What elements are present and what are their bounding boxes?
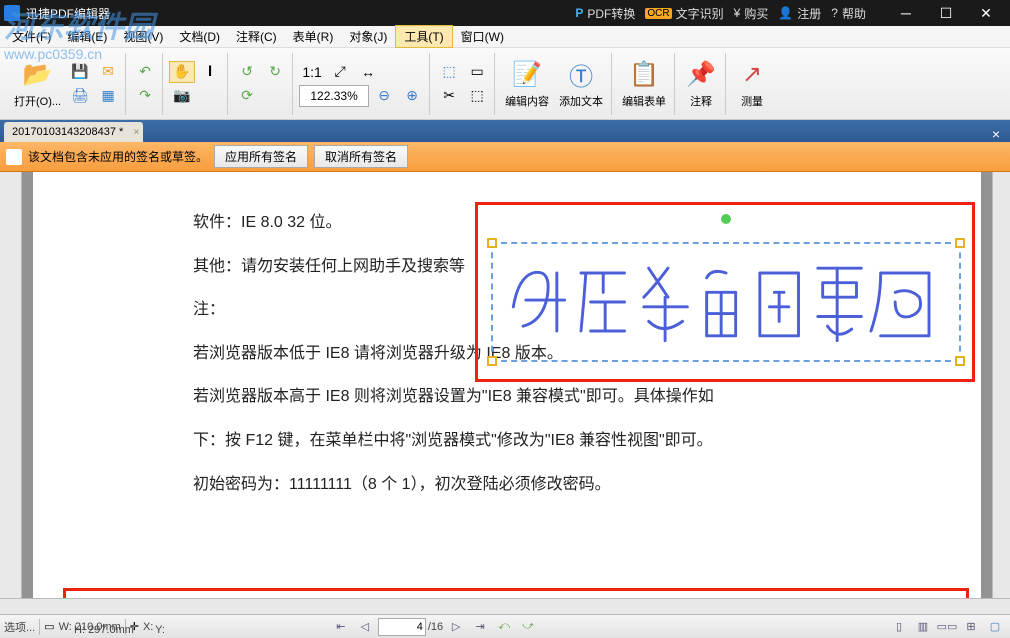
redo-icon[interactable]: ↷: [132, 85, 158, 107]
zoom-out-icon[interactable]: ⊖: [371, 85, 397, 107]
resize-handle-br[interactable]: [955, 356, 965, 366]
signature-notice: 该文档包含未应用的签名或草签。 应用所有签名 取消所有签名: [0, 142, 1010, 172]
crop-icon[interactable]: ✂: [436, 85, 462, 107]
annotate-button[interactable]: 📌注释: [681, 57, 721, 111]
menu-object[interactable]: 对象(J): [341, 26, 395, 47]
pdf-convert-button[interactable]: PPDF转换: [575, 5, 635, 22]
fit-page-icon[interactable]: ⤢: [327, 61, 353, 83]
vertical-scrollbar[interactable]: [992, 172, 1010, 598]
measure-button[interactable]: ↗测量: [732, 57, 772, 111]
document-tab[interactable]: 20170103143208437 *×: [4, 122, 143, 142]
next-page-icon[interactable]: ▷: [445, 617, 467, 637]
select-all-icon[interactable]: ⬚: [436, 61, 462, 83]
notice-text: 该文档包含未应用的签名或草签。: [28, 148, 208, 165]
prev-page-icon[interactable]: ◁: [354, 617, 376, 637]
fullscreen-icon[interactable]: ▢: [984, 617, 1006, 637]
snapshot-icon[interactable]: 📷: [169, 85, 195, 107]
edit-content-button[interactable]: 📝编辑内容: [501, 57, 553, 111]
signature-box[interactable]: [491, 242, 961, 362]
menu-file[interactable]: 文件(F): [4, 26, 59, 47]
actual-size-icon[interactable]: 1:1: [299, 61, 325, 83]
fit-width-icon[interactable]: ↔: [355, 61, 381, 83]
toolbar: 📂打开(O)... 💾 🖨 ✉ ▦ ↶ ↷ ✋ 𝐈 📷 ↺ ↻: [0, 48, 1010, 120]
refresh-icon[interactable]: ⟳: [234, 85, 260, 107]
buy-button[interactable]: ¥购买: [734, 5, 769, 22]
minimize-button[interactable]: ─: [886, 0, 926, 26]
apply-signatures-button[interactable]: 应用所有签名: [214, 145, 308, 168]
vertical-ruler: [0, 172, 22, 598]
undo-icon[interactable]: ↶: [132, 61, 158, 83]
doc-line: 初始密码为：11111111（8 个 1），初次登陆必须修改密码。: [193, 472, 941, 498]
tabbar: 20170103143208437 *× ×: [0, 120, 1010, 142]
scan-icon[interactable]: ▦: [95, 85, 121, 107]
email-icon[interactable]: ✉: [95, 61, 121, 83]
horizontal-scrollbar[interactable]: [0, 598, 1010, 614]
rotate-handle[interactable]: [721, 214, 731, 224]
page-total: /16: [428, 621, 443, 633]
menu-form[interactable]: 表单(R): [285, 26, 342, 47]
menu-view[interactable]: 视图(V): [115, 26, 171, 47]
page-size-icon: ▭: [44, 620, 54, 633]
facing-icon[interactable]: ▭▭: [936, 617, 958, 637]
zoom-input[interactable]: [299, 85, 369, 107]
edit-form-button[interactable]: 📋编辑表单: [618, 57, 670, 111]
tab-close-icon[interactable]: ×: [134, 127, 140, 138]
hand-tool-icon[interactable]: ✋: [169, 61, 195, 83]
app-title: 迅捷PDF编辑器: [26, 5, 575, 22]
signature-handwriting: [493, 244, 959, 360]
menu-edit[interactable]: 编辑(E): [59, 26, 115, 47]
continuous-icon[interactable]: ▥: [912, 617, 934, 637]
pdf-page: 软件：IE 8.0 32 位。 其他：请勿安装任何上网助手及搜索等 注： 若浏览…: [33, 172, 981, 598]
text-select-icon[interactable]: 𝐈: [197, 61, 223, 83]
marquee-icon[interactable]: ⬚: [464, 85, 490, 107]
menu-window[interactable]: 窗口(W): [453, 26, 512, 47]
menubar: 文件(F) 编辑(E) 视图(V) 文档(D) 注释(C) 表单(R) 对象(J…: [0, 26, 1010, 48]
options-button[interactable]: 选项...: [4, 619, 35, 635]
open-button[interactable]: 📂打开(O)...: [10, 57, 65, 111]
next-view-icon[interactable]: ⤻: [517, 617, 539, 637]
menu-comment[interactable]: 注释(C): [228, 26, 285, 47]
menu-doc[interactable]: 文档(D): [171, 26, 228, 47]
resize-handle-tl[interactable]: [487, 238, 497, 248]
print-icon[interactable]: 🖨: [67, 85, 93, 107]
resize-handle-tr[interactable]: [955, 238, 965, 248]
doc-line: 若浏览器版本高于 IE8 则将浏览器设置为"IE8 兼容模式"即可。具体操作如: [193, 384, 941, 410]
prev-view-icon[interactable]: ⤺: [493, 617, 515, 637]
help-button[interactable]: ?帮助: [831, 5, 866, 22]
tabbar-close-icon[interactable]: ×: [986, 126, 1006, 142]
cancel-signatures-button[interactable]: 取消所有签名: [314, 145, 408, 168]
continuous-facing-icon[interactable]: ⊞: [960, 617, 982, 637]
notice-icon: [6, 149, 22, 165]
titlebar: 迅捷PDF编辑器 PPDF转换 OCR文字识别 ¥购买 👤注册 ?帮助 ─ ☐ …: [0, 0, 1010, 26]
highlight-box-bottom: [63, 588, 969, 598]
content-area: 软件：IE 8.0 32 位。 其他：请勿安装任何上网助手及搜索等 注： 若浏览…: [0, 172, 1010, 598]
resize-handle-bl[interactable]: [487, 356, 497, 366]
save-icon[interactable]: 💾: [67, 61, 93, 83]
close-button[interactable]: ✕: [966, 0, 1006, 26]
first-page-icon[interactable]: ⇤: [330, 617, 352, 637]
page-number-input[interactable]: [378, 618, 426, 636]
add-text-button[interactable]: Ⓣ添加文本: [555, 57, 607, 111]
rotate-left-icon[interactable]: ↺: [234, 61, 260, 83]
register-button[interactable]: 👤注册: [778, 5, 821, 22]
single-page-icon[interactable]: ▯: [888, 617, 910, 637]
ocr-button[interactable]: OCR文字识别: [645, 5, 723, 22]
maximize-button[interactable]: ☐: [926, 0, 966, 26]
y-label: Y:: [155, 624, 165, 636]
menu-tool[interactable]: 工具(T): [395, 25, 452, 48]
page-viewport[interactable]: 软件：IE 8.0 32 位。 其他：请勿安装任何上网助手及搜索等 注： 若浏览…: [22, 172, 992, 598]
zoom-in-icon[interactable]: ⊕: [399, 85, 425, 107]
last-page-icon[interactable]: ⇥: [469, 617, 491, 637]
rotate-right-icon[interactable]: ↻: [262, 61, 288, 83]
height-label: H: 297.0mm: [74, 624, 134, 636]
select-icon[interactable]: ▭: [464, 61, 490, 83]
doc-line: 下：按 F12 键，在菜单栏中将"浏览器模式"修改为"IE8 兼容性视图"即可。: [193, 428, 941, 454]
app-icon: [4, 5, 20, 21]
